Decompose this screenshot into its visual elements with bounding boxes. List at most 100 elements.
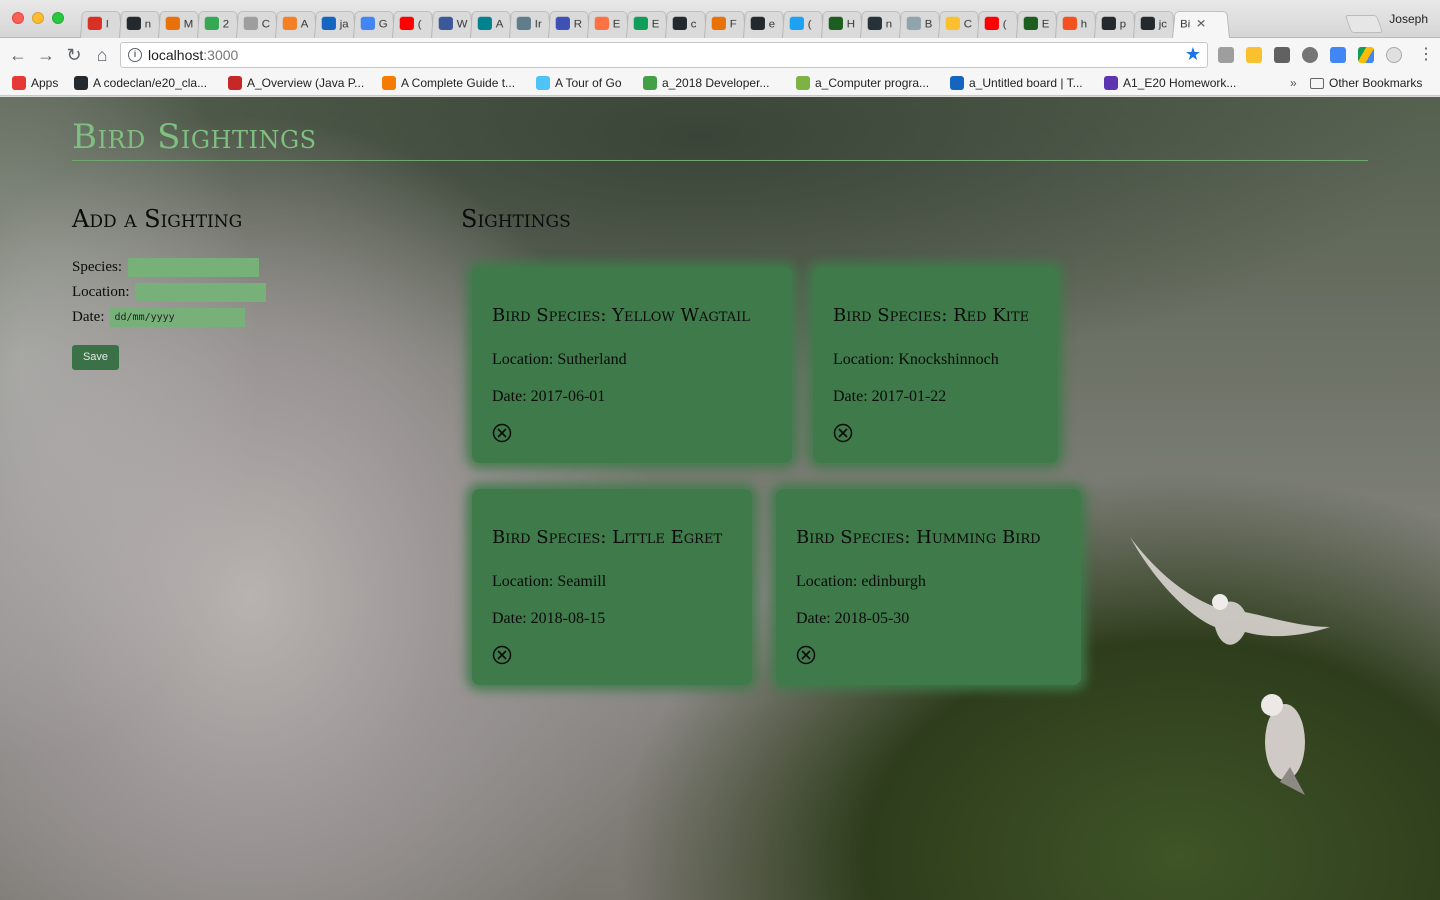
chrome-menu-icon[interactable]: ⋮	[1418, 45, 1434, 65]
browser-tab[interactable]: jc	[1133, 11, 1175, 38]
bookmark-favicon-icon	[228, 76, 242, 90]
bookmark-item[interactable]: A Complete Guide t...	[382, 76, 515, 90]
browser-tab[interactable]: Ir	[509, 11, 551, 38]
bookmark-label: A Complete Guide t...	[401, 76, 516, 90]
address-url[interactable]: localhost:3000	[148, 47, 238, 63]
browser-tab[interactable]: e	[743, 11, 785, 38]
browser-tab[interactable]: B	[899, 11, 941, 38]
forward-arrow-icon[interactable]: →	[36, 45, 56, 65]
browser-tab-bar: In M 2 C Aja G (W A Ir R E Ec Fe (Hn B C (Eh p jc Bi ✕ Josep…	[0, 0, 1440, 38]
browser-tab[interactable]: G	[353, 11, 395, 38]
delete-sighting-icon[interactable]	[796, 645, 816, 665]
delete-sighting-icon[interactable]	[492, 423, 512, 443]
bookmarks-overflow-icon[interactable]: »	[1290, 76, 1297, 90]
browser-tab[interactable]: F	[704, 11, 746, 38]
tab-title: E	[1041, 17, 1050, 30]
bookmark-item[interactable]: Apps	[12, 76, 58, 90]
back-arrow-icon[interactable]: ←	[8, 45, 28, 65]
tab-favicon-icon	[360, 16, 375, 31]
tab-title: 2	[222, 17, 230, 30]
browser-tab[interactable]: E	[587, 11, 629, 38]
browser-tab[interactable]: 2	[197, 11, 239, 38]
species-label: Species:	[72, 259, 122, 275]
extension-sticky-icon[interactable]	[1246, 47, 1262, 63]
browser-tab[interactable]: E	[626, 11, 668, 38]
extension-evernote-icon[interactable]	[1302, 47, 1318, 63]
extension-translate-icon[interactable]	[1330, 47, 1346, 63]
minimize-window-button[interactable]	[32, 12, 44, 24]
tab-favicon-icon	[165, 16, 180, 31]
tab-favicon-icon	[672, 16, 687, 31]
bookmark-item[interactable]: a_Untitled board | T...	[950, 76, 1083, 90]
browser-tab[interactable]: h	[1055, 11, 1097, 38]
tab-title: Ir	[534, 17, 542, 30]
zoom-window-button[interactable]	[52, 12, 64, 24]
bookmark-star-icon[interactable]: ★	[1185, 44, 1201, 65]
sighting-species: Bird Species: Red Kite	[833, 305, 1030, 326]
browser-tab[interactable]: n	[119, 11, 161, 38]
tab-favicon-icon	[1101, 16, 1116, 31]
close-window-button[interactable]	[12, 12, 24, 24]
tab-close-icon[interactable]: ✕	[1196, 17, 1207, 31]
bookmark-item[interactable]: A_Overview (Java P...	[228, 76, 364, 90]
extension-pocket-icon[interactable]	[1218, 47, 1234, 63]
sighting-date: Date: 2018-05-30	[796, 610, 910, 627]
browser-tab[interactable]: C	[236, 11, 278, 38]
browser-tab[interactable]: R	[548, 11, 590, 38]
sighting-date: Date: 2018-08-15	[492, 610, 606, 627]
tab-title: E	[651, 17, 660, 30]
sighting-card: Bird Species: Red Kite Location: Knockshi…	[813, 267, 1058, 463]
browser-tab[interactable]: E	[1016, 11, 1058, 38]
browser-tab[interactable]: M	[158, 11, 200, 38]
browser-tab[interactable]: (	[977, 11, 1019, 38]
tab-favicon-icon	[399, 16, 415, 31]
bookmark-item[interactable]: a_Computer progra...	[796, 76, 929, 90]
address-bar[interactable]: i localhost:3000 ★	[120, 42, 1208, 68]
profile-name[interactable]: Joseph	[1389, 12, 1428, 26]
bookmark-label: A1_E20 Homework...	[1123, 76, 1237, 90]
tab-favicon-icon	[867, 16, 882, 31]
extension-lighthouse-icon[interactable]	[1274, 47, 1290, 63]
species-input[interactable]	[128, 258, 259, 277]
browser-tab[interactable]: c	[665, 11, 707, 38]
browser-tab[interactable]: n	[860, 11, 902, 38]
browser-tab[interactable]: ja	[314, 11, 356, 38]
tab-title: p	[1119, 17, 1127, 30]
tab-title: h	[1080, 17, 1088, 30]
browser-tab[interactable]: A	[470, 11, 512, 38]
browser-tab[interactable]: (	[782, 11, 824, 38]
page-viewport: Bird Sightings Add a Sighting Species: L…	[0, 97, 1440, 900]
location-input[interactable]	[135, 283, 267, 302]
bookmark-item[interactable]: A1_E20 Homework...	[1104, 76, 1236, 90]
extension-circle-icon[interactable]	[1386, 47, 1402, 63]
browser-tab[interactable]: H	[821, 11, 863, 38]
active-browser-tab[interactable]: Bi ✕	[1172, 11, 1230, 38]
delete-sighting-icon[interactable]	[492, 645, 512, 665]
tab-favicon-icon	[1023, 16, 1038, 31]
home-icon[interactable]: ⌂	[92, 45, 112, 65]
bookmark-item[interactable]: A codeclan/e20_cla...	[74, 76, 207, 90]
tab-favicon-icon	[126, 16, 141, 31]
other-bookmarks-label: Other Bookmarks	[1329, 76, 1423, 90]
delete-sighting-icon[interactable]	[833, 423, 853, 443]
new-tab-button[interactable]	[1344, 15, 1384, 33]
browser-tab[interactable]: I	[80, 11, 122, 38]
browser-tab[interactable]: A	[275, 11, 317, 38]
save-button[interactable]: Save	[72, 345, 119, 370]
bookmark-item[interactable]: a_2018 Developer...	[643, 76, 769, 90]
browser-tab[interactable]: p	[1094, 11, 1136, 38]
location-label: Location:	[72, 284, 130, 300]
reload-icon[interactable]: ↻	[64, 45, 84, 65]
bookmark-item[interactable]: A Tour of Go	[536, 76, 622, 90]
sighting-species: Bird Species: Yellow Wagtail	[492, 305, 750, 326]
extension-drive-icon[interactable]	[1358, 47, 1374, 63]
tab-favicon-icon	[87, 16, 103, 31]
site-info-icon[interactable]: i	[128, 48, 142, 62]
date-input[interactable]: dd/mm/yyyy	[110, 308, 246, 327]
sighting-card: Bird Species: Little Egret Location: Seam…	[472, 489, 752, 685]
tab-title: C	[261, 17, 270, 30]
browser-tab[interactable]: (	[392, 11, 434, 38]
browser-tab[interactable]: C	[938, 11, 980, 38]
browser-tab[interactable]: W	[431, 11, 473, 38]
other-bookmarks-folder[interactable]: Other Bookmarks	[1310, 76, 1422, 90]
